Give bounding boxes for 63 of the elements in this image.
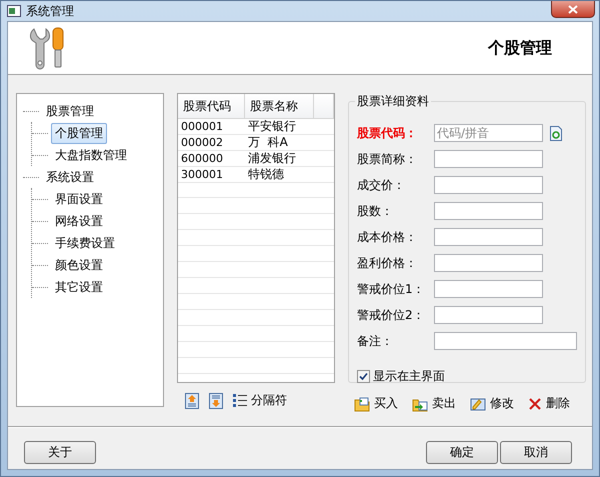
separator-button[interactable]: 分隔符 bbox=[233, 392, 287, 409]
ok-button[interactable]: 确定 bbox=[426, 441, 498, 464]
close-icon bbox=[568, 4, 578, 14]
field-label: 成交价： bbox=[357, 176, 406, 194]
input-field[interactable] bbox=[434, 306, 543, 324]
input-field[interactable]: 代码/拼音 bbox=[434, 124, 543, 142]
tree-item[interactable]: 其它设置 bbox=[51, 276, 107, 298]
arrow-down-icon bbox=[209, 392, 223, 408]
tree-item[interactable]: 界面设置 bbox=[51, 188, 107, 210]
tree-item[interactable]: 股票管理 bbox=[42, 100, 98, 122]
refresh-icon[interactable] bbox=[550, 126, 562, 140]
tree-item[interactable]: 个股管理 bbox=[51, 122, 107, 144]
window-title: 系统管理 bbox=[26, 2, 74, 20]
field-label: 备注： bbox=[357, 332, 394, 350]
field-label: 成本价格： bbox=[357, 228, 418, 246]
table-cell-text: 000001 bbox=[180, 119, 224, 134]
action-button[interactable]: 修改 bbox=[470, 395, 514, 412]
edit-icon bbox=[470, 396, 486, 412]
check-icon bbox=[359, 372, 368, 381]
column-header[interactable]: 股票名称 bbox=[245, 94, 314, 118]
column-header[interactable]: 股票代码 bbox=[178, 94, 245, 118]
tree-item[interactable]: 手续费设置 bbox=[51, 232, 119, 254]
tree-item[interactable]: 大盘指数管理 bbox=[51, 144, 131, 166]
folder-plus-icon bbox=[354, 396, 370, 412]
field-label: 股票代码： bbox=[357, 124, 418, 142]
input-field[interactable] bbox=[434, 332, 577, 350]
table-cell-text: 特锐德 bbox=[247, 167, 285, 182]
field-label: 股数： bbox=[357, 202, 394, 220]
move-up-button[interactable] bbox=[185, 392, 199, 408]
arrow-up-icon bbox=[185, 392, 199, 408]
field-label: 股票简称： bbox=[357, 150, 418, 168]
table-cell-text: 000002 bbox=[180, 135, 224, 150]
field-label: 盈利价格： bbox=[357, 254, 418, 272]
input-field[interactable] bbox=[434, 228, 543, 246]
input-field[interactable] bbox=[434, 280, 543, 298]
table-cell-text: 浦发银行 bbox=[247, 151, 297, 166]
field-label: 警戒价位1： bbox=[357, 280, 426, 298]
table-cell-text: 600000 bbox=[180, 151, 224, 166]
input-field[interactable] bbox=[434, 254, 543, 272]
action-button[interactable]: 卖出 bbox=[412, 395, 456, 412]
input-field[interactable] bbox=[434, 176, 543, 194]
about-button[interactable]: 关于 bbox=[24, 441, 96, 464]
close-button[interactable] bbox=[551, 1, 595, 18]
page-title: 个股管理 bbox=[488, 38, 552, 58]
tree-item[interactable]: 系统设置 bbox=[42, 166, 98, 188]
checkbox-label: 显示在主界面 bbox=[373, 368, 445, 385]
table-cell-text: 平安银行 bbox=[247, 119, 297, 134]
group-title: 股票详细资料 bbox=[355, 93, 431, 110]
cancel-button[interactable]: 取消 bbox=[500, 441, 572, 464]
tree-item[interactable]: 颜色设置 bbox=[51, 254, 107, 276]
input-field[interactable] bbox=[434, 150, 543, 168]
checkbox[interactable] bbox=[357, 370, 370, 383]
input-field[interactable] bbox=[434, 202, 543, 220]
app-icon bbox=[7, 5, 21, 17]
field-label: 警戒价位2： bbox=[357, 306, 426, 324]
list-icon bbox=[233, 394, 247, 407]
table-cell-text: 万 科A bbox=[247, 135, 289, 150]
delete-icon bbox=[528, 396, 542, 410]
action-button[interactable]: 买入 bbox=[354, 395, 398, 412]
action-button[interactable]: 删除 bbox=[528, 395, 570, 412]
tree-item[interactable]: 网络设置 bbox=[51, 210, 107, 232]
move-down-button[interactable] bbox=[209, 392, 223, 408]
table-cell-text: 300001 bbox=[180, 167, 224, 182]
